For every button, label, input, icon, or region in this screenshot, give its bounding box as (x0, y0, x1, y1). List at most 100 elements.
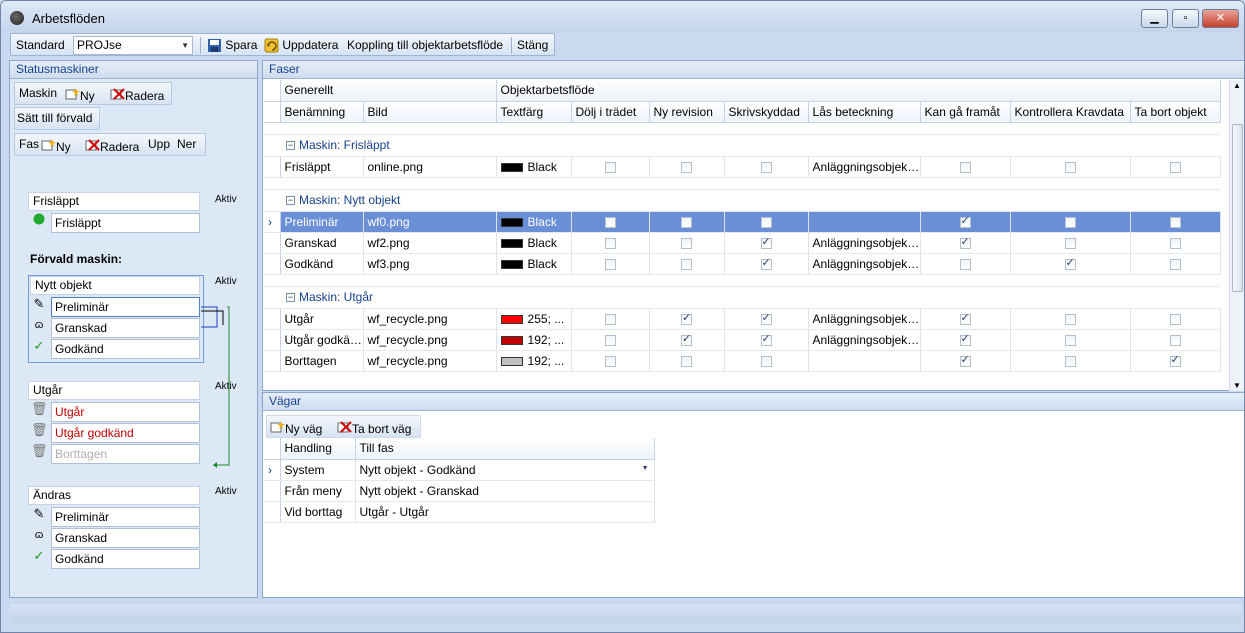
remove-cell[interactable] (1130, 329, 1221, 351)
standard-dropdown[interactable]: PROJse ▼ (73, 36, 193, 55)
remove-cell[interactable] (1130, 350, 1221, 372)
readonly-cell[interactable] (724, 156, 809, 178)
readonly-cell[interactable] (724, 211, 809, 233)
remove-cell[interactable] (1130, 308, 1221, 330)
checkbox[interactable] (1169, 216, 1181, 228)
state-utgar[interactable]: Utgår (51, 402, 200, 422)
readonly-cell[interactable] (724, 253, 809, 275)
checkbox[interactable] (1064, 216, 1076, 228)
new-machine-button[interactable]: Ny (65, 86, 95, 103)
checkbox[interactable] (1169, 237, 1181, 249)
checkbox[interactable] (681, 311, 693, 325)
lock-designation-cell[interactable]: Anläggningsobjekt... (808, 232, 921, 254)
checkbox[interactable] (604, 313, 616, 325)
row-indicator[interactable] (264, 350, 281, 372)
state-utgar-godkand[interactable]: Utgår godkänd (51, 423, 200, 443)
row-indicator[interactable]: › (264, 211, 281, 233)
name-cell[interactable]: Preliminär (280, 211, 364, 233)
checkbox[interactable] (681, 237, 693, 249)
image-cell[interactable]: wf3.png (363, 253, 497, 275)
new_rev-cell[interactable] (649, 350, 725, 372)
checkbox[interactable] (681, 355, 693, 367)
row-indicator[interactable] (264, 253, 281, 275)
text-color-cell[interactable]: 192; ... (496, 329, 572, 351)
checkbox[interactable] (959, 258, 971, 270)
machine-title-frislappt[interactable]: Frisläppt (28, 192, 200, 211)
move-up-button[interactable]: Upp (148, 137, 170, 151)
table-row[interactable]: › System Nytt objekt - Godkänd ▼ (264, 459, 655, 481)
readonly-cell[interactable] (724, 350, 809, 372)
checkbox[interactable] (1064, 161, 1076, 173)
checkbox[interactable] (760, 256, 772, 270)
checkbox[interactable] (1064, 256, 1076, 270)
name-cell[interactable]: Granskad (280, 232, 364, 254)
to-phase-cell[interactable]: Nytt objekt - Godkänd ▼ (355, 459, 655, 481)
image-cell[interactable]: online.png (363, 156, 497, 178)
check-cell[interactable] (1010, 156, 1131, 178)
checkbox[interactable] (1064, 355, 1076, 367)
new_rev-cell[interactable] (649, 253, 725, 275)
table-row[interactable]: Utgår godkändwf_recycle.png 192; ... Anläg… (264, 329, 1221, 351)
action-cell[interactable]: Från meny (280, 480, 356, 502)
lock-designation-cell[interactable]: Anläggningsobjekt... (808, 308, 921, 330)
scroll-down-icon[interactable]: ▼ (1233, 381, 1241, 390)
text-color-cell[interactable]: 192; ... (496, 350, 572, 372)
delete-machine-button[interactable]: Radera (110, 86, 164, 103)
minimize-button[interactable]: ▁ (1141, 9, 1168, 28)
checkbox[interactable] (604, 258, 616, 270)
hide-cell[interactable] (571, 350, 650, 372)
table-row[interactable]: Från meny Nytt objekt - Granskad (264, 480, 655, 502)
remove-cell[interactable] (1130, 211, 1221, 233)
checkbox[interactable] (760, 161, 772, 173)
lock-designation-cell[interactable]: Anläggningsobjekt... (808, 253, 921, 275)
state-granskad[interactable]: Granskad (51, 528, 200, 548)
name-cell[interactable]: Utgår (280, 308, 364, 330)
column-header[interactable]: Dölj i trädet (571, 101, 650, 123)
readonly-cell[interactable] (724, 329, 809, 351)
hide-cell[interactable] (571, 156, 650, 178)
forward-cell[interactable] (920, 350, 1011, 372)
check-cell[interactable] (1010, 211, 1131, 233)
table-row[interactable]: Vid borttag Utgår - Utgår (264, 501, 655, 523)
checkbox[interactable] (681, 216, 693, 228)
forward-cell[interactable] (920, 253, 1011, 275)
column-header[interactable]: Kan gå framåt (920, 101, 1011, 123)
row-indicator[interactable] (264, 232, 281, 254)
group-row[interactable]: − Maskin: Frisläppt (264, 134, 1221, 157)
new-phase-button[interactable]: Ny (41, 137, 71, 154)
image-cell[interactable]: wf0.png (363, 211, 497, 233)
checkbox[interactable] (760, 311, 772, 325)
checkbox[interactable] (1169, 353, 1181, 367)
column-header[interactable]: Till fas (355, 438, 655, 460)
column-header[interactable]: Kontrollera Kravdata (1010, 101, 1131, 123)
checkbox[interactable] (681, 258, 693, 270)
readonly-cell[interactable] (724, 232, 809, 254)
checkbox[interactable] (681, 161, 693, 173)
new_rev-cell[interactable] (649, 329, 725, 351)
delete-phase-button[interactable]: Radera (85, 137, 139, 154)
checkbox[interactable] (959, 311, 971, 325)
lock-designation-cell[interactable] (808, 350, 921, 372)
forward-cell[interactable] (920, 211, 1011, 233)
checkbox[interactable] (959, 332, 971, 346)
check-cell[interactable] (1010, 308, 1131, 330)
checkbox[interactable] (760, 355, 772, 367)
group-row[interactable]: − Maskin: Nytt objekt (264, 189, 1221, 212)
forward-cell[interactable] (920, 156, 1011, 178)
checkbox[interactable] (1064, 313, 1076, 325)
column-header[interactable]: Lås beteckning (808, 101, 921, 123)
text-color-cell[interactable]: Black (496, 253, 572, 275)
row-indicator[interactable] (264, 156, 281, 178)
table-row[interactable]: Frisläppt online.png Black Anläggningsobjek… (264, 156, 1221, 178)
collapse-icon[interactable]: − (286, 196, 295, 206)
update-button[interactable]: Uppdatera (264, 37, 338, 54)
collapse-icon[interactable]: − (286, 141, 295, 151)
action-cell[interactable]: System (280, 459, 356, 481)
new_rev-cell[interactable] (649, 232, 725, 254)
row-indicator[interactable] (264, 308, 281, 330)
check-cell[interactable] (1010, 350, 1131, 372)
scrollbar-thumb[interactable] (1232, 124, 1243, 292)
checkbox[interactable] (604, 216, 616, 228)
collapse-icon[interactable]: − (286, 293, 295, 303)
checkbox[interactable] (959, 353, 971, 367)
